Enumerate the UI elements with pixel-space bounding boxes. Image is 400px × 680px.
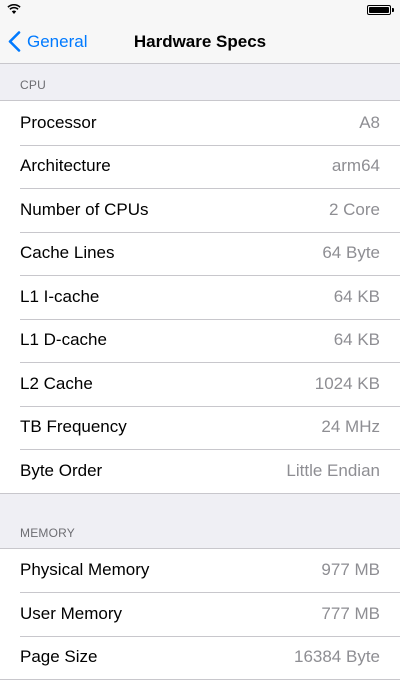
row-label: L2 Cache (20, 374, 93, 394)
row-label: L1 D-cache (20, 330, 107, 350)
row-l1-i-cache[interactable]: L1 I-cache 64 KB (0, 275, 400, 319)
row-user-memory[interactable]: User Memory 777 MB (0, 592, 400, 636)
row-value: 24 MHz (321, 417, 380, 437)
battery-level (369, 7, 389, 13)
row-value: 64 KB (334, 287, 380, 307)
row-value: arm64 (332, 156, 380, 176)
wifi-icon (7, 3, 21, 15)
group-memory: Physical Memory 977 MB User Memory 777 M… (0, 548, 400, 680)
row-label: User Memory (20, 604, 122, 624)
status-bar (0, 0, 400, 20)
page-title: Hardware Specs (0, 20, 400, 63)
row-value: 1024 KB (315, 374, 380, 394)
row-value: A8 (359, 113, 380, 133)
row-label: Processor (20, 113, 97, 133)
row-label: TB Frequency (20, 417, 127, 437)
section-header-cpu: CPU (0, 64, 400, 100)
row-label: Cache Lines (20, 243, 115, 263)
group-cpu: Processor A8 Architecture arm64 Number o… (0, 100, 400, 494)
row-label: Number of CPUs (20, 200, 148, 220)
settings-list: CPU Processor A8 Architecture arm64 Numb… (0, 64, 400, 680)
row-page-size[interactable]: Page Size 16384 Byte (0, 636, 400, 680)
row-value: 777 MB (321, 604, 380, 624)
battery-icon (367, 5, 391, 15)
battery-nub (392, 8, 394, 12)
section-header-memory: MEMORY (0, 494, 400, 548)
row-value: 64 KB (334, 330, 380, 350)
row-value: 64 Byte (322, 243, 380, 263)
row-label: L1 I-cache (20, 287, 99, 307)
row-label: Physical Memory (20, 560, 149, 580)
row-value: 977 MB (321, 560, 380, 580)
row-number-of-cpus[interactable]: Number of CPUs 2 Core (0, 188, 400, 232)
row-tb-frequency[interactable]: TB Frequency 24 MHz (0, 406, 400, 450)
row-label: Byte Order (20, 461, 102, 481)
row-architecture[interactable]: Architecture arm64 (0, 145, 400, 189)
row-value: 2 Core (329, 200, 380, 220)
row-value: 16384 Byte (294, 647, 380, 667)
row-byte-order[interactable]: Byte Order Little Endian (0, 449, 400, 493)
row-value: Little Endian (286, 461, 380, 481)
row-label: Architecture (20, 156, 111, 176)
row-l2-cache[interactable]: L2 Cache 1024 KB (0, 362, 400, 406)
row-processor[interactable]: Processor A8 (0, 101, 400, 145)
row-label: Page Size (20, 647, 98, 667)
row-cache-lines[interactable]: Cache Lines 64 Byte (0, 232, 400, 276)
navigation-bar: General Hardware Specs (0, 20, 400, 64)
row-physical-memory[interactable]: Physical Memory 977 MB (0, 549, 400, 593)
row-l1-d-cache[interactable]: L1 D-cache 64 KB (0, 319, 400, 363)
